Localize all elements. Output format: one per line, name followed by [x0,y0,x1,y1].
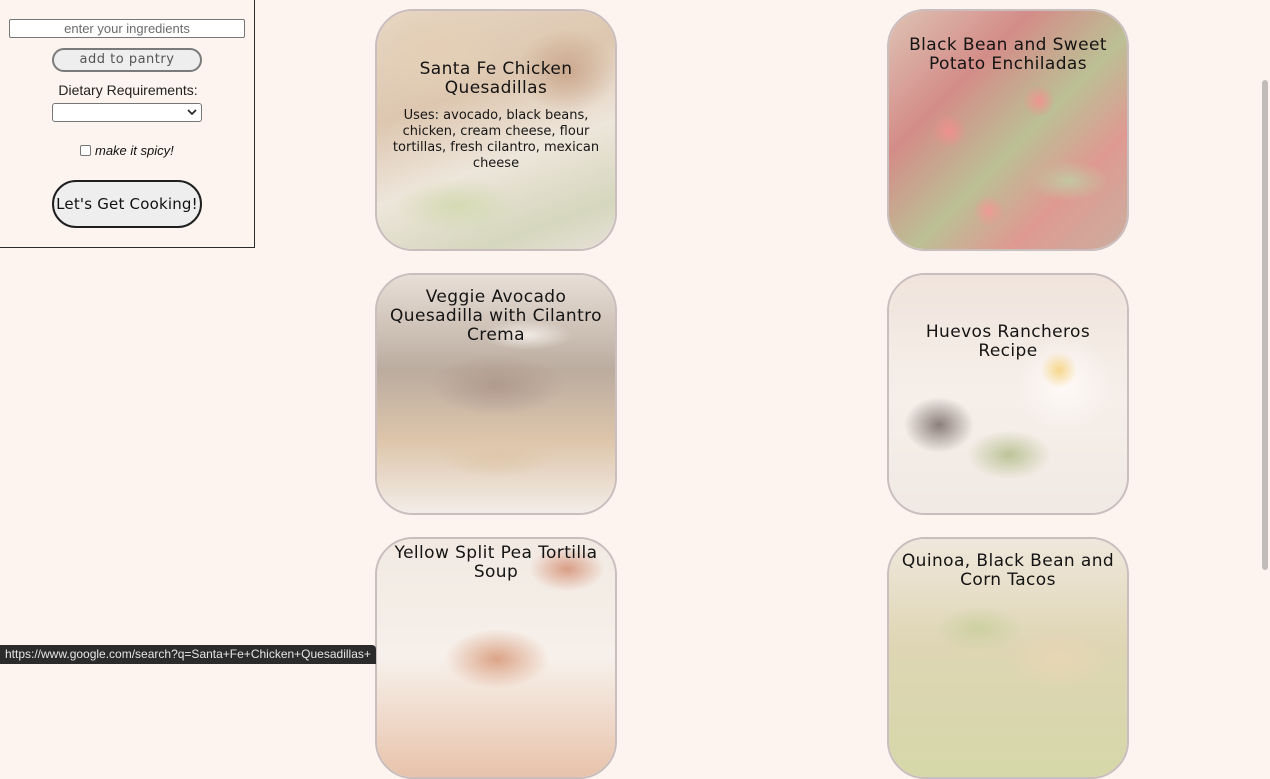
link-status-bar: https://www.google.com/search?q=Santa+Fe… [0,645,376,664]
recipe-title: Black Bean and Sweet Potato Enchiladas [909,35,1107,74]
dietary-requirements-select[interactable] [52,103,202,122]
recipe-title: Veggie Avocado Quesadilla with Cilantro … [390,287,602,345]
chevron-down-icon [187,109,197,116]
recipe-card[interactable]: Veggie Avocado Quesadilla with Cilantro … [375,273,617,515]
recipe-ingredients: Uses: avocado, black beans, chicken, cre… [392,108,600,171]
recipe-title: Quinoa, Black Bean and Corn Tacos [901,551,1115,590]
recipe-title: Yellow Split Pea Tortilla Soup [394,543,598,582]
spicy-checkbox[interactable] [80,144,91,156]
recipe-card[interactable]: Yellow Split Pea Tortilla Soup [375,537,617,779]
recipe-title: Santa Fe Chicken Quesadillas [419,59,573,98]
recipe-card[interactable]: Huevos Rancheros Recipe [887,273,1129,515]
spicy-label: make it spicy! [95,142,174,158]
ingredient-input[interactable] [9,19,245,38]
ingredient-panel: add to pantry Dietary Requirements: make… [0,0,255,248]
page-scrollbar[interactable] [1260,0,1270,664]
recipe-card[interactable]: Black Bean and Sweet Potato Enchiladas [887,9,1129,251]
scrollbar-thumb[interactable] [1262,80,1268,570]
recipe-title: Huevos Rancheros Recipe [925,322,1091,361]
recipe-card[interactable]: Santa Fe Chicken Quesadillas Uses: avoca… [375,9,617,251]
add-to-pantry-button[interactable]: add to pantry [52,48,202,72]
dietary-requirements-label: Dietary Requirements: [58,82,198,98]
lets-get-cooking-button[interactable]: Let's Get Cooking! [52,180,202,228]
spicy-option[interactable]: make it spicy! [80,142,174,158]
recipe-card[interactable]: Quinoa, Black Bean and Corn Tacos [887,537,1129,779]
